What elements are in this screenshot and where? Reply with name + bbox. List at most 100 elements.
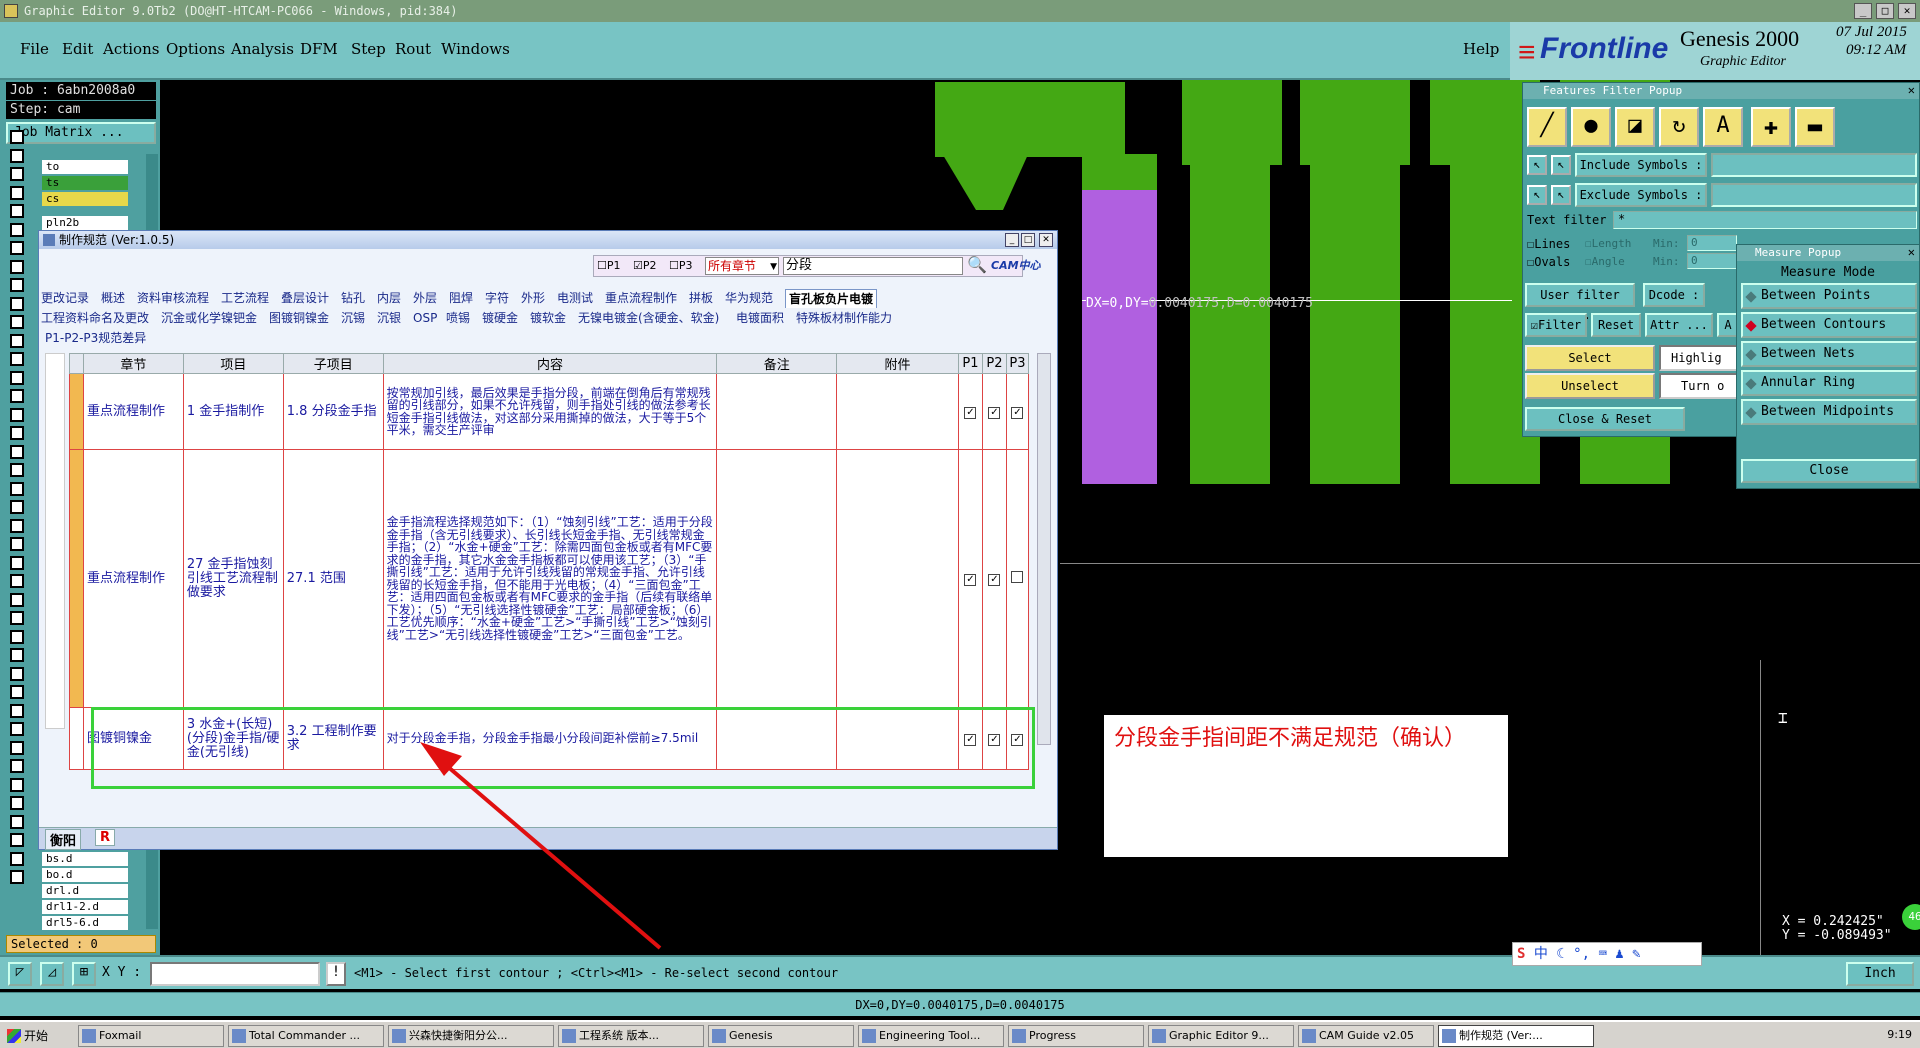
highlight-field[interactable]: Highlig	[1659, 345, 1739, 371]
p3-filter-checkbox[interactable]: ☐P3	[669, 259, 693, 272]
tab-8[interactable]: 阻焊	[449, 289, 473, 307]
p3-checkbox[interactable]: ✓	[1011, 406, 1024, 419]
arrow-icon[interactable]: ↖	[1527, 155, 1547, 175]
tab-hengyang[interactable]: 衡阳	[45, 829, 82, 850]
text-tool-icon[interactable]: A	[1703, 107, 1743, 147]
menu-rout[interactable]: Rout	[395, 40, 431, 58]
layer-checkbox[interactable]	[10, 444, 24, 459]
tab-3[interactable]: 沉锡	[341, 309, 365, 327]
length-checkbox[interactable]: ☐Length	[1585, 237, 1631, 250]
layer-checkbox[interactable]	[10, 130, 24, 144]
badge-count[interactable]: 46	[1902, 904, 1920, 930]
plus-icon[interactable]: ✚	[1751, 107, 1791, 147]
layer-drl1-2-d[interactable]: drl1-2.d	[42, 900, 128, 914]
p2-checkbox[interactable]: ✓	[988, 573, 1001, 586]
layer-checkbox[interactable]	[10, 204, 24, 218]
layer-checkbox[interactable]	[10, 370, 24, 385]
table-row[interactable]: 重点流程制作 1 金手指制作 1.8 分段金手指 按常规加引线，最后效果是手指分段，前…	[69, 373, 1030, 450]
layer-checkbox[interactable]	[10, 629, 24, 644]
minimize-button[interactable]: _	[1854, 3, 1872, 19]
tab-7[interactable]: 外层	[413, 289, 437, 307]
layer-checkbox[interactable]	[10, 759, 24, 773]
layer-checkbox[interactable]	[10, 500, 24, 514]
taskbar-item[interactable]: Graphic Editor 9...	[1148, 1025, 1294, 1047]
include-symbols-button[interactable]: Include Symbols :	[1575, 153, 1707, 177]
taskbar-item[interactable]: CAM Guide v2.05	[1298, 1025, 1434, 1047]
arc-tool-icon[interactable]: ↻	[1659, 107, 1699, 147]
tab-5[interactable]: OSP	[413, 309, 437, 327]
xy-input[interactable]	[150, 962, 320, 986]
layer-checkbox[interactable]	[10, 703, 24, 718]
tab-0[interactable]: 更改记录	[41, 289, 89, 307]
p2-checkbox[interactable]: ✓	[988, 406, 1001, 419]
p2-filter-checkbox[interactable]: ☑P2	[633, 259, 657, 272]
between-nets-option[interactable]: Between Nets	[1741, 341, 1917, 367]
grid-mode-icon[interactable]: ⊞	[72, 962, 96, 986]
dcode-button[interactable]: Dcode :	[1643, 283, 1705, 307]
between-contours-option[interactable]: Between Contours	[1741, 312, 1917, 338]
taskbar-item[interactable]: Total Commander ...	[228, 1025, 384, 1047]
search-input[interactable]: 分段	[783, 257, 963, 275]
tab-7[interactable]: 镀硬金	[482, 309, 518, 327]
maximize-button[interactable]: □	[1876, 3, 1894, 19]
layer-checkbox[interactable]	[10, 666, 24, 681]
layer-checkbox[interactable]	[10, 648, 24, 662]
menu-help[interactable]: Help	[1463, 40, 1499, 58]
p1-checkbox[interactable]: ✓	[964, 406, 977, 419]
turn-off-field[interactable]: Turn o	[1659, 373, 1739, 399]
tab-p1-p2-p3-diff[interactable]: P1-P2-P3规范差异	[45, 329, 146, 347]
col-p1[interactable]: P1	[957, 353, 983, 374]
lines-checkbox[interactable]: ☐Lines	[1527, 237, 1570, 251]
tab-1[interactable]: 概述	[101, 289, 125, 307]
layer-cs[interactable]: cs	[42, 192, 128, 206]
exclude-symbols-field[interactable]	[1711, 183, 1917, 207]
layer-checkbox[interactable]	[10, 740, 24, 755]
col-chapter[interactable]: 章节	[82, 353, 184, 374]
layer-checkbox[interactable]	[10, 796, 24, 810]
layer-checkbox[interactable]	[10, 555, 24, 570]
unselect-button[interactable]: Unselect	[1525, 373, 1655, 399]
table-scrollbar[interactable]	[1037, 353, 1051, 745]
tab-12[interactable]: 重点流程制作	[605, 289, 677, 307]
start-button[interactable]: 开始	[4, 1025, 54, 1047]
select-button[interactable]: Select	[1525, 345, 1655, 371]
layer-drl5-6-d[interactable]: drl5-6.d	[42, 916, 128, 930]
measure-close-icon[interactable]: ✕	[1908, 245, 1915, 259]
tab-2[interactable]: 资料审核流程	[137, 289, 209, 307]
tab-9[interactable]: 无镍电镀金(含硬金、软金)	[578, 309, 719, 327]
tab-11[interactable]: 电测试	[557, 289, 593, 307]
between-points-option[interactable]: Between Points	[1741, 283, 1917, 309]
layer-bs-d[interactable]: bs.d	[42, 852, 128, 866]
tab-15[interactable]: 盲孔板负片电镀	[785, 289, 878, 308]
selected-feature[interactable]	[1082, 190, 1157, 484]
layer-checkbox[interactable]	[10, 574, 24, 588]
angle-checkbox[interactable]: ☐Angle	[1585, 255, 1625, 268]
taskbar-item[interactable]: Progress	[1008, 1025, 1144, 1047]
minus-icon[interactable]: ▬	[1795, 107, 1835, 147]
annular-ring-option[interactable]: Annular Ring	[1741, 370, 1917, 396]
layer-ts[interactable]: ts	[42, 176, 128, 190]
layer-checkbox[interactable]	[10, 814, 24, 829]
col-note[interactable]: 备注	[716, 353, 838, 374]
tab-6[interactable]: 喷锡	[446, 309, 470, 327]
layer-checkbox[interactable]	[10, 389, 24, 403]
layer-checkbox[interactable]	[10, 278, 24, 292]
chapter-select[interactable]: 所有章节 ▼	[705, 257, 779, 275]
menu-dfm[interactable]: DFM	[300, 40, 338, 58]
layer-checkbox[interactable]	[10, 777, 24, 792]
tab-6[interactable]: 内层	[377, 289, 401, 307]
tab-3[interactable]: 工艺流程	[221, 289, 269, 307]
tab-13[interactable]: 拼板	[689, 289, 713, 307]
measure-mode-icon[interactable]: ◿	[40, 962, 64, 986]
tab-1[interactable]: 沉金或化学镍钯金	[161, 309, 257, 327]
reset-button[interactable]: Reset	[1591, 313, 1641, 337]
layer-checkbox[interactable]	[10, 352, 24, 366]
arrow-icon[interactable]: ↖	[1551, 185, 1571, 205]
menu-file[interactable]: File	[20, 40, 49, 58]
taskbar-item[interactable]: Engineering Tool...	[858, 1025, 1004, 1047]
include-symbols-field[interactable]	[1711, 153, 1917, 177]
taskbar-item[interactable]: 兴森快捷衡阳分公...	[388, 1025, 554, 1047]
col-p2[interactable]: P2	[981, 353, 1007, 374]
layer-checkbox[interactable]	[10, 185, 24, 200]
menu-analysis[interactable]: Analysis	[231, 40, 294, 58]
